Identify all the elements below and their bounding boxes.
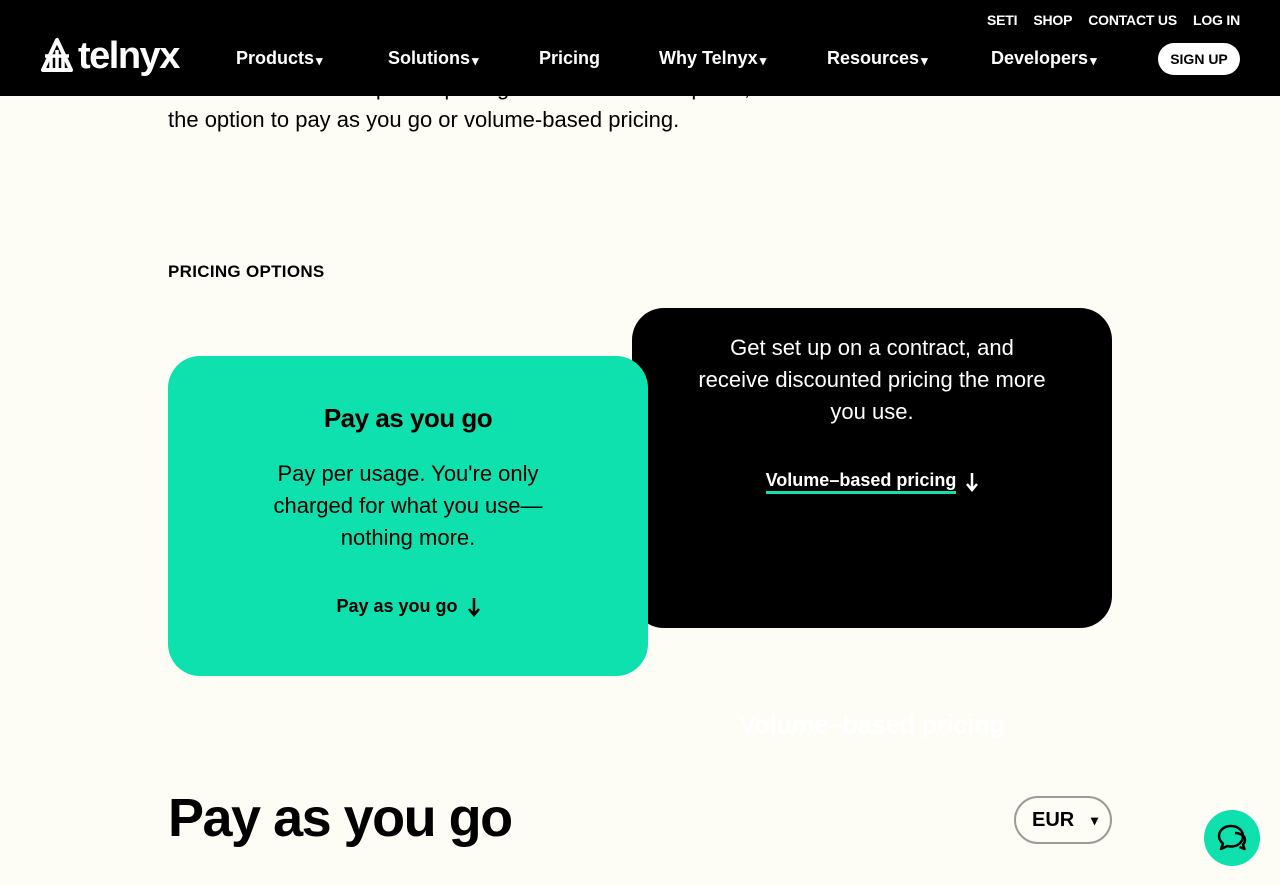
payg-card-description: Pay per usage. You're only charged for w…	[273, 461, 543, 550]
utility-nav: SETI SHOP CONTACT US LOG IN	[987, 11, 1240, 29]
utility-link-login[interactable]: LOG IN	[1193, 11, 1240, 29]
nav-pricing-label: Pricing	[539, 48, 601, 68]
nav-products-label: Products	[236, 48, 315, 68]
nav-resources[interactable]: Resources ▾	[827, 46, 928, 72]
volume-pricing-link[interactable]: Volume–based pricing	[765, 470, 979, 494]
currency-value: EUR	[1032, 808, 1075, 831]
nav-why-telnyx[interactable]: Why Telnyx ▾	[659, 46, 766, 72]
utility-link-shop[interactable]: SHOP	[1033, 11, 1072, 29]
logo-wordmark: telnyx	[78, 35, 180, 77]
chevron-down-icon: ▾	[316, 53, 323, 68]
arrow-down-icon	[966, 473, 979, 492]
chevron-down-icon: ▾	[1090, 811, 1098, 828]
pricing-options-label: PRICING OPTIONS	[168, 262, 325, 281]
volume-card-description: Get set up on a contract, and receive di…	[698, 335, 1046, 424]
payg-link-label: Pay as you go	[336, 596, 458, 616]
payg-card-title: Pay as you go	[323, 403, 493, 433]
pay-as-you-go-heading: Pay as you go	[168, 788, 513, 848]
telnyx-logo[interactable]: telnyx	[40, 35, 180, 77]
nav-developers[interactable]: Developers ▾	[991, 46, 1097, 72]
pay-as-you-go-link[interactable]: Pay as you go	[336, 596, 480, 617]
nav-developers-label: Developers	[991, 48, 1089, 68]
utility-link-seti[interactable]: SETI	[987, 11, 1018, 29]
chevron-down-icon: ▾	[759, 53, 767, 68]
volume-card-title: Volume–based pricing	[739, 709, 1005, 739]
arrow-down-icon	[467, 597, 480, 617]
chat-support-button[interactable]	[1204, 810, 1260, 866]
volume-link-label: Volume–based pricing	[765, 470, 957, 494]
nav-solutions-label: Solutions	[388, 48, 470, 68]
nav-products[interactable]: Products ▾	[236, 46, 323, 72]
chevron-down-icon: ▾	[1090, 53, 1097, 68]
chevron-down-icon: ▾	[921, 53, 928, 68]
site-header: SETI SHOP CONTACT US LOG IN telnyx Produ…	[0, 0, 1280, 96]
nav-why-label: Why Telnyx	[659, 48, 758, 68]
currency-select[interactable]: EUR ▾	[1014, 796, 1112, 844]
nav-solutions[interactable]: Solutions ▾	[388, 46, 479, 72]
volume-pricing-card: Volume–based pricing Get set up on a con…	[632, 308, 1112, 739]
pay-as-you-go-card: Pay as you go Pay per usage. You're only…	[168, 356, 648, 676]
sign-up-button[interactable]: SIGN UP	[1158, 43, 1240, 75]
utility-link-contact[interactable]: CONTACT US	[1088, 11, 1177, 29]
chevron-down-icon: ▾	[472, 53, 479, 68]
nav-resources-label: Resources	[827, 48, 920, 68]
telnyx-logo-icon	[41, 38, 73, 72]
nav-pricing[interactable]: Pricing	[539, 46, 600, 70]
chat-support-icon	[1217, 824, 1247, 851]
